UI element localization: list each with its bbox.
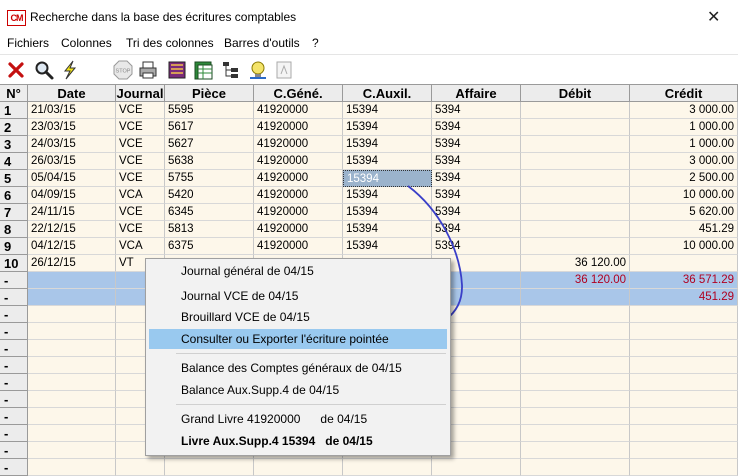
menu-item-journal-vce[interactable]: Journal VCE de 04/15 <box>146 286 450 306</box>
menu-item-livre-aux-supp[interactable]: Livre Aux.Supp.4 15394 de 04/15 <box>146 431 450 451</box>
menu-separator <box>176 404 446 405</box>
menu-item-brouillard-vce[interactable]: Brouillard VCE de 04/15 <box>146 307 450 327</box>
context-menu: Journal général de 04/15 Journal VCE de … <box>145 258 451 456</box>
menu-item-balance-comptes-generaux[interactable]: Balance des Comptes généraux de 04/15 <box>146 358 450 378</box>
menu-item-consulter-exporter[interactable]: Consulter ou Exporter l'écriture pointée <box>149 329 447 349</box>
menu-item-balance-aux-supp[interactable]: Balance Aux.Supp.4 de 04/15 <box>146 380 450 400</box>
menu-item-journal-general[interactable]: Journal général de 04/15 <box>146 261 450 281</box>
menu-item-grand-livre[interactable]: Grand Livre 41920000 de 04/15 <box>146 409 450 429</box>
menu-separator <box>176 353 446 354</box>
